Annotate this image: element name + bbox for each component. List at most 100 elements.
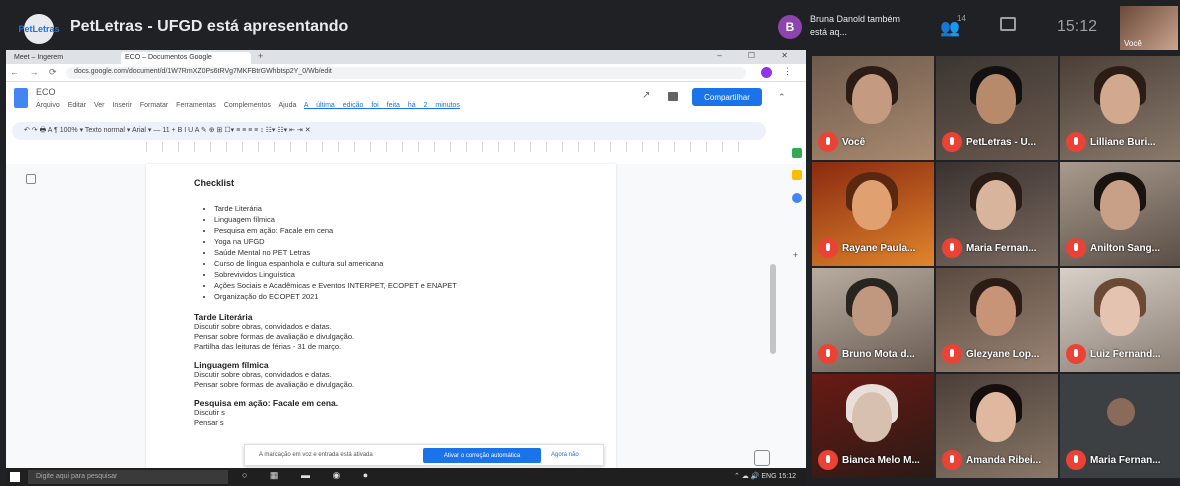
participant-tile[interactable]: Luiz Fernand... <box>1060 268 1180 372</box>
participant-name: Maria Fernan... <box>1090 455 1161 466</box>
last-edit-link[interactable]: A última edição foi feita há 2 minutos <box>304 102 460 109</box>
document-scrollbar[interactable] <box>770 264 776 354</box>
mic-off-icon <box>942 344 962 364</box>
chat-icon[interactable] <box>1000 17 1016 31</box>
docs-header: ECO Arquivo Editar Ver Inserir Formatar … <box>6 82 806 122</box>
add-addon-icon[interactable]: + <box>793 250 798 260</box>
participant-tile[interactable]: Rayane Paula... <box>812 162 934 266</box>
activate-button[interactable]: Ativar o correção automática <box>423 448 541 463</box>
explore-icon[interactable] <box>754 450 770 466</box>
participant-video <box>852 286 892 336</box>
section-heading: Tarde Literária <box>194 312 253 322</box>
join-notification: Bruna Danold também está aq... <box>810 14 901 37</box>
mic-off-icon <box>818 450 838 470</box>
participant-tile[interactable]: Amanda Ribei... <box>936 374 1058 478</box>
activity-icon[interactable]: ↗ <box>642 90 650 101</box>
comment-icon[interactable] <box>668 92 678 101</box>
taskbar-apps-icons[interactable]: ○ ▦ ▬ ◉ ● <box>242 470 378 481</box>
participant-name: Rayane Paula... <box>842 243 916 254</box>
formatting-toolbar[interactable]: ↶ ↷ 🖶 A ¶ 100% ▾ Texto normal ▾ Arial ▾ … <box>12 122 766 140</box>
participant-name: Glezyane Lop... <box>966 349 1040 360</box>
self-view-thumbnail[interactable]: Você <box>1120 6 1178 50</box>
section-line: Discutir sobre obras, convidados e datas… <box>194 370 332 379</box>
menu-item[interactable]: Inserir <box>112 102 131 109</box>
windows-start-icon[interactable] <box>10 472 20 482</box>
collapse-icon[interactable]: ⌃ <box>778 92 786 103</box>
participant-grid: Você PetLetras - U... Lilliane Buri... R… <box>812 56 1180 486</box>
mic-off-icon <box>818 132 838 152</box>
participant-tile[interactable]: Maria Fernan... <box>1060 374 1180 478</box>
nav-buttons[interactable]: ← → ⟳ <box>10 67 61 78</box>
participant-name: PetLetras - U... <box>966 137 1037 148</box>
mic-off-icon <box>942 450 962 470</box>
participant-video <box>852 74 892 124</box>
share-button[interactable]: Compartilhar <box>692 88 762 106</box>
menu-item[interactable]: Formatar <box>140 102 168 109</box>
list-item: Sobrevividos Linguística <box>214 270 568 280</box>
mic-off-icon <box>942 238 962 258</box>
section-line: Pensar sobre formas de avaliação e divul… <box>194 380 355 389</box>
participant-video <box>1100 286 1140 336</box>
section-line: Pensar sobre formas de avaliação e divul… <box>194 332 355 341</box>
section-line: Discutir sobre obras, convidados e datas… <box>194 322 332 331</box>
participant-video <box>976 74 1016 124</box>
new-tab-icon[interactable]: + <box>258 51 263 61</box>
ruler[interactable] <box>146 142 746 152</box>
document-canvas: Checklist Tarde Literária Linguagem fílm… <box>6 164 806 468</box>
menu-item[interactable]: Complementos <box>224 102 271 109</box>
participant-name: Luiz Fernand... <box>1090 349 1161 360</box>
people-count: 14 <box>957 14 966 23</box>
mic-off-icon <box>1066 132 1086 152</box>
shared-screen: Meet – Ingerem ECO – Documentos Google +… <box>6 50 806 486</box>
participant-video <box>852 392 892 442</box>
participant-video <box>976 286 1016 336</box>
participant-tile[interactable]: Lilliane Buri... <box>1060 56 1180 160</box>
self-label: Você <box>1124 39 1142 48</box>
profile-icon[interactable] <box>761 67 772 78</box>
keep-icon[interactable] <box>792 170 802 180</box>
list-item: Linguagem fílmica <box>214 215 568 225</box>
document-title[interactable]: ECO <box>36 87 56 97</box>
outline-icon[interactable] <box>26 174 36 184</box>
section-line: Partilha das leituras de férias - 31 de … <box>194 342 342 351</box>
window-controls[interactable]: – ☐ ✕ <box>717 51 800 60</box>
participant-tile[interactable]: Maria Fernan... <box>936 162 1058 266</box>
list-item: Yoga na UFGD <box>214 237 568 247</box>
participant-tile[interactable]: PetLetras - U... <box>936 56 1058 160</box>
address-bar[interactable]: docs.google.com/document/d/1W7RmXZ0Ps6tR… <box>66 67 746 79</box>
participant-name: Bruno Mota d... <box>842 349 915 360</box>
participant-tile[interactable]: Bianca Melo M... <box>812 374 934 478</box>
participant-tile[interactable]: Anilton Sang... <box>1060 162 1180 266</box>
section-heading: Pesquisa em ação: Facale em cena. <box>194 398 339 408</box>
section-line: Pensar s <box>194 418 224 427</box>
menu-item[interactable]: Editar <box>68 102 86 109</box>
section-heading: Linguagem fílmica <box>194 360 269 370</box>
docs-logo-icon[interactable] <box>14 88 28 108</box>
browser-tab-active[interactable]: ECO – Documentos Google <box>121 52 251 64</box>
participant-name: Bianca Melo M... <box>842 455 920 466</box>
menu-item[interactable]: Arquivo <box>36 102 60 109</box>
presentation-title: PetLetras - UFGD está apresentando <box>70 18 349 35</box>
participant-tile[interactable]: Glezyane Lop... <box>936 268 1058 372</box>
browser-menu-icon[interactable]: ⋮ <box>783 66 792 77</box>
calendar-icon[interactable] <box>792 148 802 158</box>
mic-off-icon <box>942 132 962 152</box>
participant-video <box>1100 74 1140 124</box>
menu-item[interactable]: Ver <box>94 102 105 109</box>
list-item: Ações Sociais e Acadêmicas e Eventos INT… <box>214 281 568 291</box>
document-page[interactable]: Checklist Tarde Literária Linguagem fílm… <box>146 164 616 468</box>
participant-video <box>852 180 892 230</box>
taskbar-search[interactable]: Digite aqui para pesquisar <box>28 470 228 484</box>
participant-tile[interactable]: Você <box>812 56 934 160</box>
participant-name: Anilton Sang... <box>1090 243 1160 254</box>
browser-tab[interactable]: Meet – Ingerem <box>10 52 105 64</box>
system-tray[interactable]: ⌃ ☁ 🔊 ENG 15:12 <box>734 472 796 480</box>
participant-tile[interactable]: Bruno Mota d... <box>812 268 934 372</box>
clock: 15:12 <box>1057 18 1098 35</box>
docs-menu-bar: Arquivo Editar Ver Inserir Formatar Ferr… <box>36 102 460 109</box>
list-item: Tarde Literária <box>214 204 568 214</box>
menu-item[interactable]: Ferramentas <box>176 102 216 109</box>
tasks-icon[interactable] <box>792 193 802 203</box>
dismiss-link[interactable]: Agora não <box>551 452 579 458</box>
menu-item[interactable]: Ajuda <box>278 102 296 109</box>
